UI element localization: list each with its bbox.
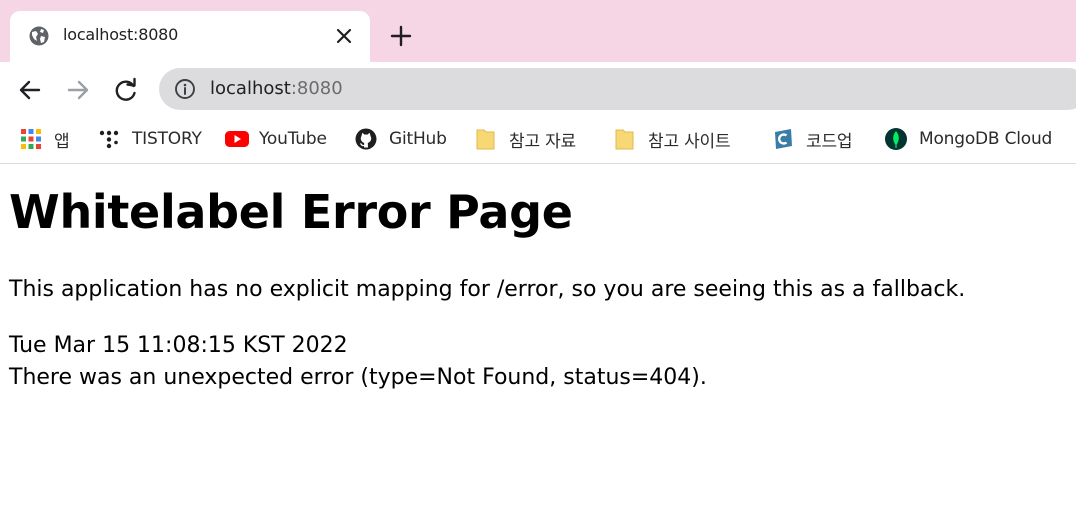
bookmark-folder-reference-materials[interactable]: 참고 자료 bbox=[475, 124, 576, 154]
error-message: This application has no explicit mapping… bbox=[9, 277, 966, 302]
github-icon bbox=[355, 128, 377, 150]
bookmark-youtube[interactable]: YouTube bbox=[225, 124, 327, 154]
bookmark-mongodb-cloud[interactable]: MongoDB Cloud bbox=[885, 124, 1052, 154]
globe-icon bbox=[29, 26, 49, 46]
error-timestamp: Tue Mar 15 11:08:15 KST 2022 bbox=[9, 333, 348, 358]
bookmark-label: 앱 bbox=[54, 131, 70, 152]
plus-icon[interactable] bbox=[389, 24, 413, 48]
url-host: localhost bbox=[210, 78, 291, 99]
tab-title: localhost:8080 bbox=[63, 25, 179, 44]
mongodb-leaf-icon bbox=[885, 128, 907, 150]
folder-icon bbox=[475, 128, 497, 150]
browser-tab[interactable]: localhost:8080 bbox=[10, 11, 370, 62]
bookmark-apps[interactable]: 앱 bbox=[20, 124, 70, 154]
reload-icon[interactable] bbox=[112, 76, 140, 104]
close-icon[interactable] bbox=[334, 26, 354, 46]
bookmark-label: MongoDB Cloud bbox=[919, 129, 1053, 149]
arrow-right-icon[interactable] bbox=[64, 76, 92, 104]
bookmark-github[interactable]: GitHub bbox=[355, 124, 447, 154]
browser-toolbar: localhost:8080 bbox=[0, 62, 1076, 118]
youtube-icon bbox=[225, 128, 249, 150]
page-title: Whitelabel Error Page bbox=[9, 185, 573, 239]
bookmark-label: 참고 자료 bbox=[509, 131, 576, 152]
tab-strip: localhost:8080 bbox=[0, 0, 1076, 62]
bookmark-label: GitHub bbox=[389, 129, 447, 149]
bookmarks-bar: 앱 TISTORY YouTube GitHub 참고 자료 참고 사이트 코드… bbox=[0, 118, 1076, 164]
folder-icon bbox=[614, 128, 636, 150]
codeup-icon bbox=[772, 128, 794, 150]
tistory-icon bbox=[98, 128, 120, 150]
bookmark-label: 참고 사이트 bbox=[648, 131, 731, 152]
url-port: :8080 bbox=[290, 78, 343, 99]
page-content: Whitelabel Error Page This application h… bbox=[9, 184, 1069, 394]
bookmark-codeup[interactable]: 코드업 bbox=[772, 124, 853, 154]
error-status: There was an unexpected error (type=Not … bbox=[9, 365, 707, 390]
bookmark-label: TISTORY bbox=[132, 129, 202, 149]
error-details: Tue Mar 15 11:08:15 KST 2022 There was a… bbox=[9, 330, 1069, 394]
bookmark-label: YouTube bbox=[259, 129, 327, 149]
bookmark-folder-reference-sites[interactable]: 참고 사이트 bbox=[614, 124, 731, 154]
info-icon[interactable] bbox=[174, 78, 196, 100]
arrow-left-icon[interactable] bbox=[16, 76, 44, 104]
bookmark-label: 코드업 bbox=[806, 131, 853, 152]
address-bar[interactable]: localhost:8080 bbox=[159, 68, 1076, 110]
apps-grid-icon bbox=[20, 128, 42, 150]
bookmark-tistory[interactable]: TISTORY bbox=[98, 124, 202, 154]
url-text: localhost:8080 bbox=[210, 78, 343, 99]
